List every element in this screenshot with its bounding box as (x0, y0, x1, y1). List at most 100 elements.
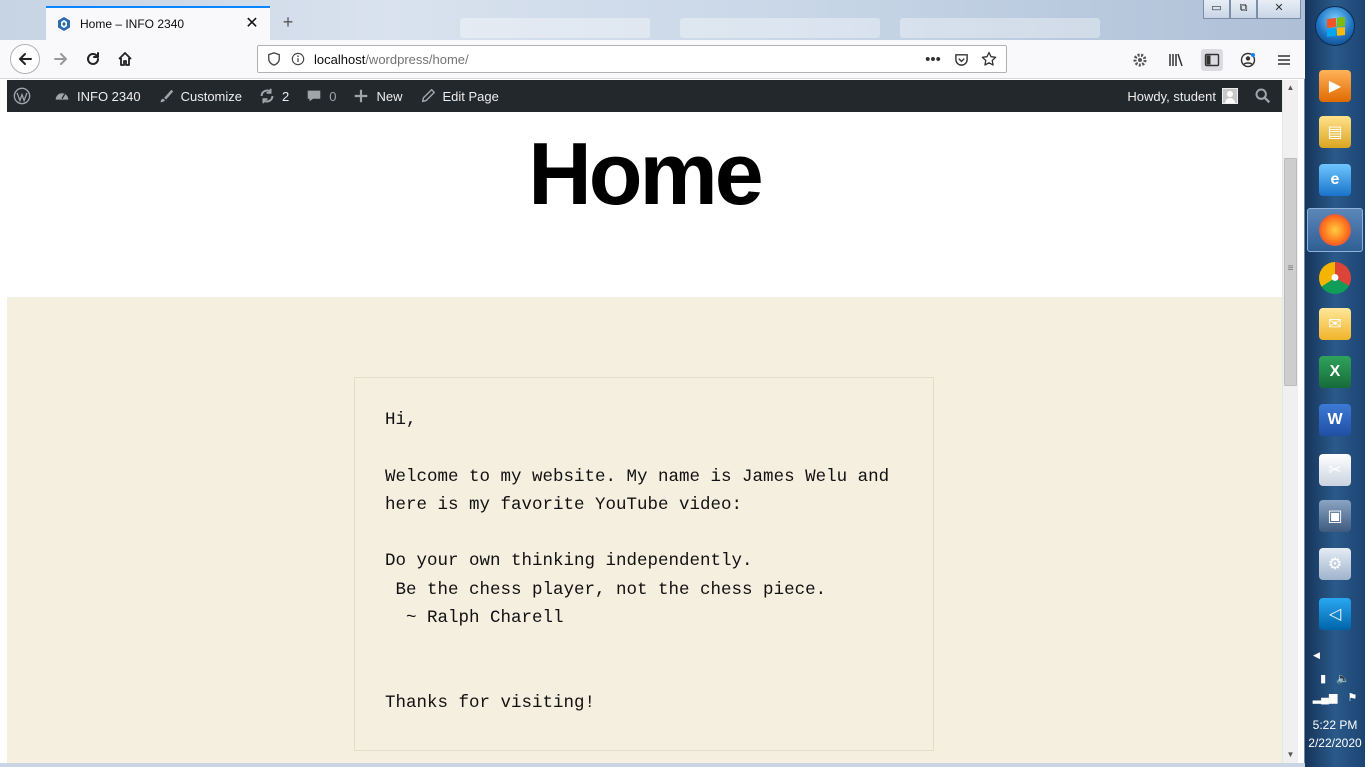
admin-bar-site-name[interactable]: INFO 2340 (45, 80, 149, 112)
maximize-button[interactable]: ⧉ (1230, 0, 1257, 19)
content-line (385, 661, 933, 689)
taskbar-snipping-tool-button[interactable]: ✂ (1307, 448, 1363, 492)
background-tab[interactable] (900, 18, 1100, 38)
comments-count: 0 (329, 88, 337, 104)
content-box: Hi, Welcome to my website. My name is Ja… (354, 377, 934, 751)
extension-gear-icon[interactable] (1129, 49, 1151, 71)
edit-page-label: Edit Page (442, 88, 499, 104)
remote-desktop-icon: ▣ (1319, 500, 1351, 532)
admin-bar-new[interactable]: New (344, 80, 410, 112)
pencil-icon (419, 87, 437, 105)
start-button[interactable] (1315, 6, 1355, 46)
taskbar-excel-button[interactable]: X (1307, 350, 1363, 394)
sidebar-toggle-icon[interactable] (1201, 49, 1223, 71)
reload-button[interactable] (78, 44, 108, 74)
background-tab[interactable] (680, 18, 880, 38)
url-path: /wordpress/home/ (365, 51, 469, 67)
taskbar-media-player-button[interactable]: ▶ (1307, 64, 1363, 108)
home-button[interactable] (110, 44, 140, 74)
content-line (385, 519, 933, 547)
updates-icon (258, 87, 276, 105)
arrow-left-icon (19, 53, 32, 65)
outlook-icon: ✉ (1319, 308, 1351, 340)
window-controls: ▭ ⧉ ✕ (1203, 0, 1301, 20)
network-icon[interactable]: ▂▄▆ (1313, 691, 1338, 704)
volume-icon[interactable]: 🔈 (1336, 672, 1350, 685)
howdy-label: Howdy, student (1127, 88, 1216, 104)
internet-explorer-icon: e (1319, 164, 1351, 196)
tab-strip: Home – INFO 2340 ✕ + ▭ ⧉ ✕ (0, 0, 1305, 40)
taskbar-chrome-button[interactable]: ● (1307, 256, 1363, 300)
wordpress-logo-icon (13, 87, 31, 105)
tray-expand-icon[interactable]: ◀ (1313, 650, 1320, 661)
admin-bar-edit-page[interactable]: Edit Page (411, 80, 507, 112)
shield-icon[interactable] (266, 51, 282, 67)
minimize-button[interactable]: ▭ (1203, 0, 1230, 19)
word-icon: W (1319, 404, 1351, 436)
clock-date[interactable]: 2/22/2020 (1305, 736, 1365, 750)
content-line: Welcome to my website. My name is James … (385, 466, 890, 487)
vertical-scrollbar[interactable]: ▲ ▼ (1282, 80, 1298, 763)
url-text[interactable]: localhost/wordpress/home/ (314, 52, 924, 67)
snipping-tool-icon: ✂ (1319, 454, 1351, 486)
scrollbar-thumb[interactable] (1284, 158, 1297, 386)
admin-bar-my-account[interactable]: Howdy, student (1119, 80, 1246, 112)
content-line: Be the chess player, not the chess piece… (385, 579, 827, 600)
menu-icon[interactable] (1273, 49, 1295, 71)
search-icon (1254, 87, 1272, 105)
action-center-flag-icon[interactable]: ⚑ (1347, 691, 1357, 704)
entry-header: Home (7, 112, 1282, 298)
account-icon[interactable] (1237, 49, 1259, 71)
admin-bar-updates[interactable]: 2 (250, 80, 297, 112)
bookmark-star-icon[interactable] (980, 50, 998, 68)
windows-logo-icon (1327, 17, 1345, 37)
excel-icon: X (1319, 356, 1351, 388)
windows-taskbar: ▶ ▤ e ● ✉ X W ✂ ▣ ⚙ ◁ ◀ ▮ 🔈 ▂▄▆ ⚑ 5:22 PM 2/22/202… (1305, 0, 1365, 767)
wp-admin-bar: INFO 2340 Customize 2 0 New Edit Page Ho… (7, 80, 1282, 112)
tab-close-icon[interactable]: ✕ (244, 16, 260, 32)
clock-time[interactable]: 5:22 PM (1305, 718, 1365, 732)
taskbar-remote-desktop-button[interactable]: ▣ (1307, 494, 1363, 538)
wp-logo-menu[interactable] (7, 80, 45, 112)
admin-bar-customize[interactable]: Customize (149, 80, 250, 112)
taskbar-word-button[interactable]: W (1307, 398, 1363, 442)
taskbar-internet-explorer-button[interactable]: e (1307, 158, 1363, 202)
window-frame-bottom (0, 763, 1305, 767)
url-bar[interactable]: localhost/wordpress/home/ ••• (257, 45, 1007, 73)
taskbar-file-explorer-button[interactable]: ▤ (1307, 110, 1363, 154)
content-line (385, 632, 933, 660)
navigation-toolbar: localhost/wordpress/home/ ••• (0, 40, 1305, 79)
admin-bar-comments[interactable]: 0 (297, 80, 344, 112)
admin-bar-search[interactable] (1246, 80, 1282, 112)
settings-icon: ⚙ (1319, 548, 1351, 580)
content-line: Do your own thinking independently. (385, 551, 753, 572)
scroll-up-button[interactable]: ▲ (1283, 80, 1298, 96)
scroll-down-button[interactable]: ▼ (1283, 747, 1298, 763)
content-line: Thanks for visiting! (385, 692, 596, 713)
media-player-icon: ▶ (1319, 70, 1351, 102)
arrow-right-icon (54, 53, 67, 65)
new-tab-button[interactable]: + (278, 12, 298, 32)
system-tray: ◀ ▮ 🔈 ▂▄▆ ⚑ 5:22 PM 2/22/2020 (1305, 640, 1365, 767)
chrome-icon: ● (1319, 262, 1351, 294)
content-line: here is my favorite YouTube video: (385, 494, 743, 515)
updates-count: 2 (282, 88, 290, 104)
pocket-icon[interactable] (952, 50, 970, 68)
info-icon[interactable] (290, 51, 306, 67)
taskbar-vscode-button[interactable]: ◁ (1307, 592, 1363, 636)
vscode-icon: ◁ (1319, 598, 1351, 630)
background-tab[interactable] (460, 18, 650, 38)
tab-active[interactable]: Home – INFO 2340 ✕ (46, 6, 270, 40)
taskbar-settings-button[interactable]: ⚙ (1307, 542, 1363, 586)
comment-icon (305, 87, 323, 105)
page-actions-icon[interactable]: ••• (924, 50, 942, 68)
toolbar-right (1129, 49, 1295, 71)
library-icon[interactable] (1165, 49, 1187, 71)
content-line (385, 434, 933, 462)
taskbar-outlook-button[interactable]: ✉ (1307, 302, 1363, 346)
close-window-button[interactable]: ✕ (1257, 0, 1301, 19)
back-button[interactable] (10, 44, 40, 74)
power-icon[interactable]: ▮ (1320, 672, 1326, 685)
forward-button[interactable] (46, 44, 76, 74)
taskbar-firefox-button[interactable] (1307, 208, 1363, 252)
